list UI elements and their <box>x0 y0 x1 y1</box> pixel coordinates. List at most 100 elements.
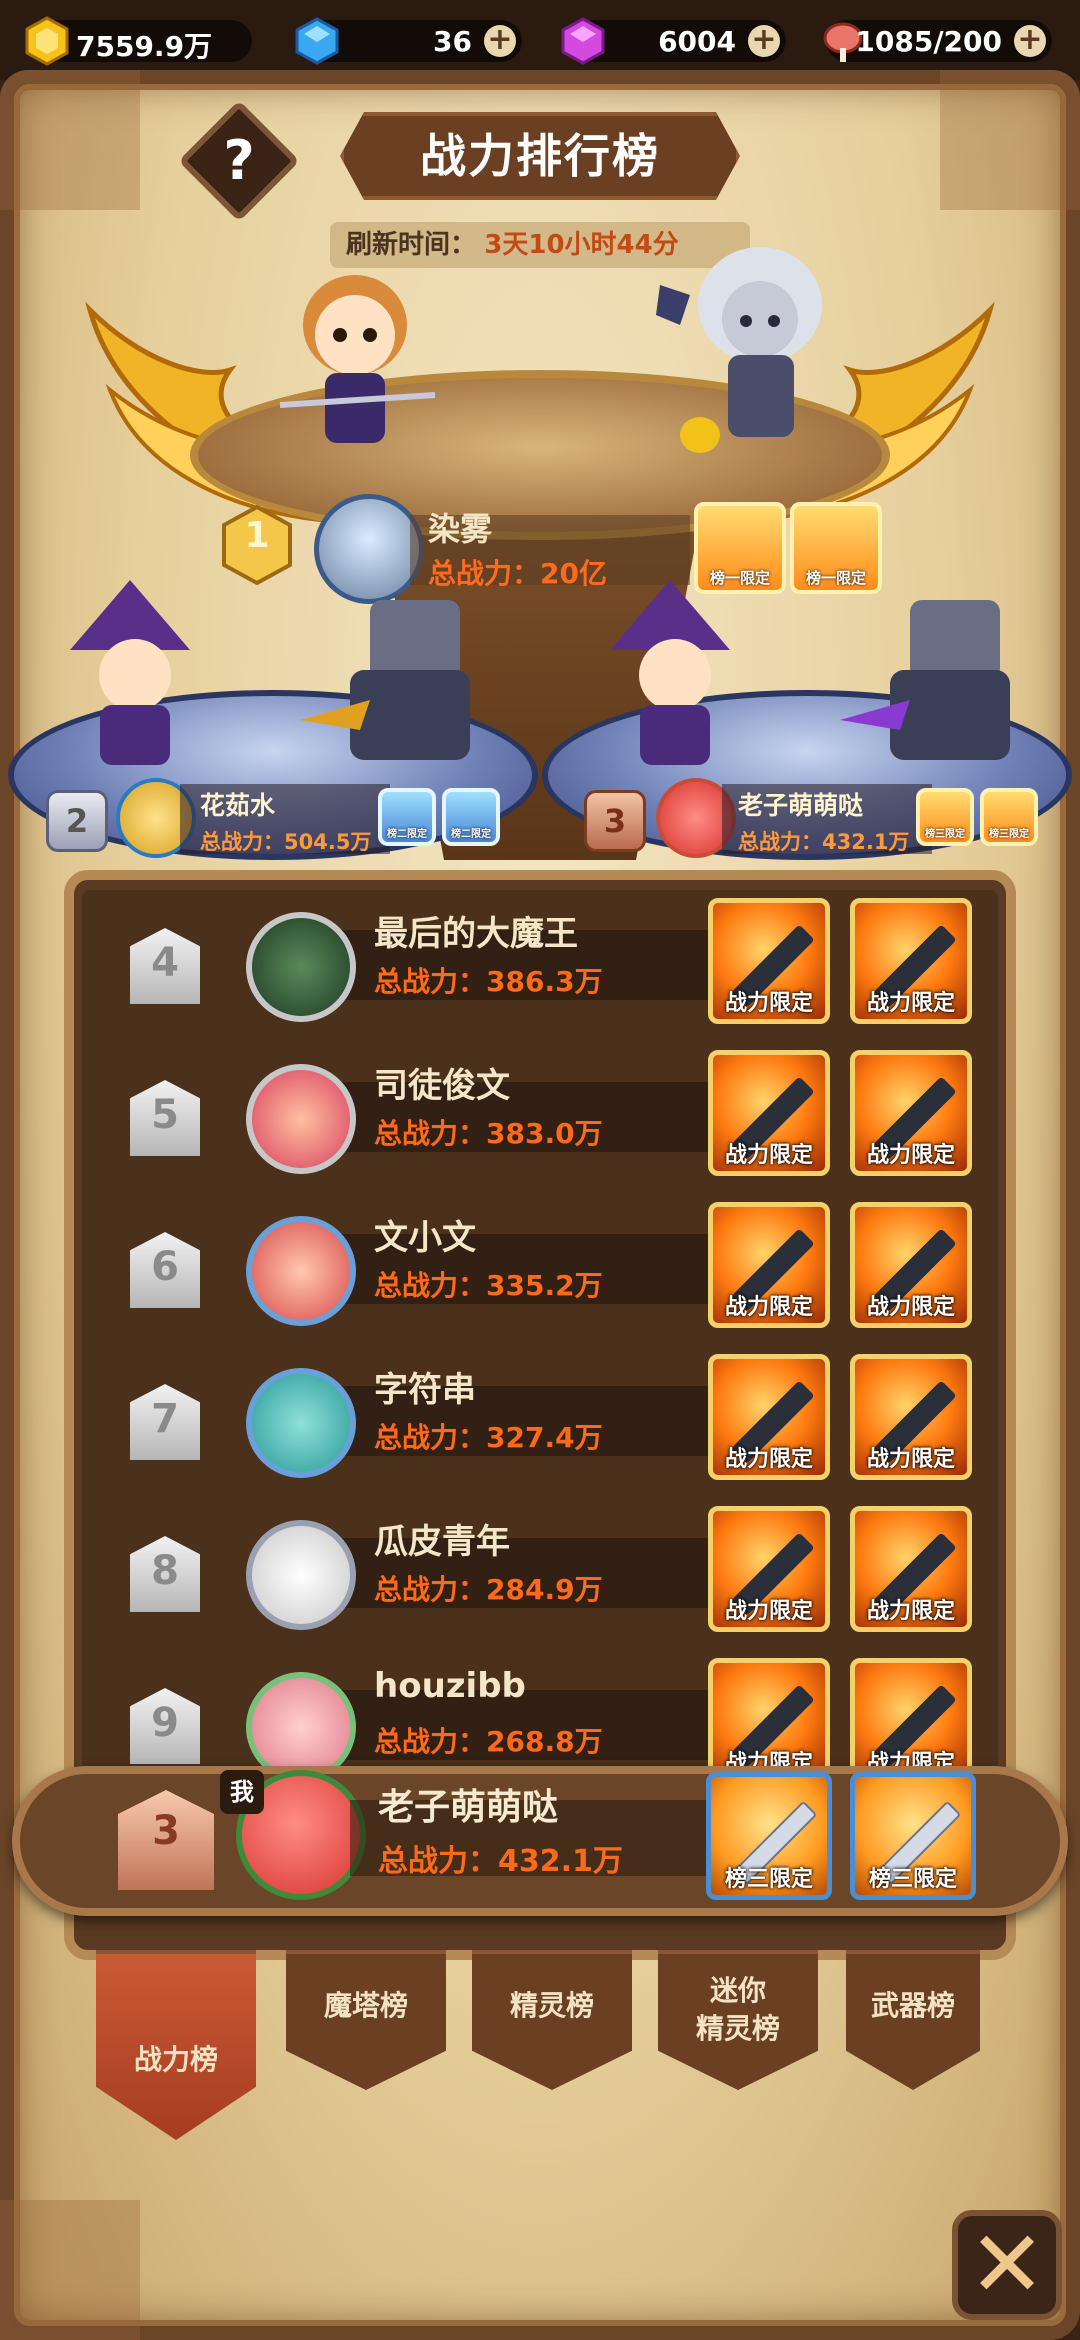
page-title: 战力排行榜 <box>420 129 660 183</box>
ranking-row[interactable]: 7 字符串 总战力：327.4万 战力限定 战力限定 <box>82 1346 998 1496</box>
weapon-badge[interactable]: 战力限定 <box>708 1506 830 1632</box>
weapon-badge[interactable]: 战力限定 <box>708 1354 830 1480</box>
add-gems-button[interactable]: + <box>484 25 516 57</box>
player-avatar[interactable] <box>246 1064 356 1174</box>
gold-counter[interactable]: 7559.9万 <box>25 16 252 66</box>
player-avatar[interactable] <box>246 1368 356 1478</box>
stamina-value: 1085/200 <box>855 25 1002 58</box>
weapon-label: 战力限定 <box>724 1143 813 1168</box>
add-stamina-button[interactable]: + <box>1014 25 1046 57</box>
player-power: 总战力：284.9万 <box>374 1573 603 1606</box>
weapon-label: 战力限定 <box>724 1599 813 1624</box>
frame-corner-ornament <box>940 70 1080 210</box>
player-name: 最后的大魔王 <box>374 914 578 954</box>
rank3-weapon-label: 榜三限定 <box>925 829 965 840</box>
rank3-weapon-badge[interactable]: 榜三限定 <box>980 788 1038 846</box>
tab-label: 精灵榜 <box>509 1989 594 2022</box>
ranking-row[interactable]: 6 文小文 总战力：335.2万 战力限定 战力限定 <box>82 1194 998 1344</box>
player-name: 司徒俊文 <box>374 1066 510 1106</box>
weapon-badge[interactable]: 战力限定 <box>708 1658 830 1770</box>
weapon-label: 战力限定 <box>866 991 955 1016</box>
rank-number: 6 <box>151 1244 179 1290</box>
rank-1-number: 1 <box>244 515 270 556</box>
ranking-row[interactable]: 8 瓜皮青年 总战力：284.9万 战力限定 战力限定 <box>82 1498 998 1648</box>
frame-corner-ornament <box>0 2200 140 2340</box>
gold-coin-icon <box>25 16 69 66</box>
my-weapon-badge[interactable]: 榜三限定 <box>706 1772 832 1900</box>
weapon-label: 战力限定 <box>866 1447 955 1472</box>
weapon-badge[interactable]: 战力限定 <box>850 1658 972 1770</box>
weapon-label: 战力限定 <box>724 1447 813 1472</box>
hero-witch-sprite <box>70 580 190 765</box>
player-avatar[interactable] <box>246 912 356 1022</box>
crystal-value: 6004 <box>658 25 736 58</box>
weapon-badge[interactable]: 战力限定 <box>850 1354 972 1480</box>
third-place-name: 老子萌萌哒 <box>738 791 864 820</box>
blue-gem-icon <box>295 17 339 65</box>
weapon-label: 战力限定 <box>724 1295 813 1320</box>
my-weapon-label: 榜三限定 <box>724 1867 813 1892</box>
player-power: 总战力：335.2万 <box>374 1269 603 1302</box>
hero-silver-knight-sprite <box>656 247 822 453</box>
crystal-counter[interactable]: 6004 + <box>561 17 786 65</box>
rank-number: 7 <box>151 1396 179 1442</box>
my-name: 老子萌萌哒 <box>378 1787 559 1828</box>
tab-label: 魔塔榜 <box>323 1989 408 2022</box>
player-avatar[interactable] <box>246 1520 356 1630</box>
weapon-label: 战力限定 <box>866 1599 955 1624</box>
ranking-row[interactable]: 5 司徒俊文 总战力：383.0万 战力限定 战力限定 <box>82 1042 998 1192</box>
rank1-weapon-badge[interactable]: 榜一限定 <box>790 502 882 594</box>
first-place-name: 染雾 <box>428 510 493 548</box>
tab-label: 战力榜 <box>133 2043 218 2076</box>
weapon-badge[interactable]: 战力限定 <box>850 1506 972 1632</box>
stamina-counter[interactable]: 1085/200 + <box>823 20 1052 62</box>
purple-crystal-icon <box>561 17 605 65</box>
hero-witch-sprite <box>610 580 730 765</box>
my-weapon-badge[interactable]: 榜三限定 <box>850 1772 976 1900</box>
player-avatar[interactable] <box>246 1672 356 1770</box>
my-weapon-label: 榜三限定 <box>868 1867 957 1892</box>
gem-counter[interactable]: 36 + <box>295 17 522 65</box>
rank3-weapon-badge[interactable]: 榜三限定 <box>916 788 974 846</box>
me-tag: 我 <box>220 1770 264 1814</box>
gold-value: 7559.9万 <box>76 30 213 63</box>
weapon-label: 战力限定 <box>866 1143 955 1168</box>
my-rank-number: 3 <box>152 1808 180 1854</box>
weapon-badge[interactable]: 战力限定 <box>708 898 830 1024</box>
weapon-badge[interactable]: 战力限定 <box>850 1202 972 1328</box>
rank2-weapon-label: 榜二限定 <box>451 829 491 840</box>
rank-number: 4 <box>151 940 179 986</box>
add-crystals-button[interactable]: + <box>748 25 780 57</box>
weapon-badge[interactable]: 战力限定 <box>850 1050 972 1176</box>
close-icon[interactable]: ✕ <box>952 2210 1062 2320</box>
ranking-row[interactable]: 4 最后的大魔王 总战力：386.3万 战力限定 战力限定 <box>82 890 998 1040</box>
player-power: 总战力：327.4万 <box>374 1421 603 1454</box>
hero-catgirl-sprite <box>279 275 436 443</box>
weapon-badge[interactable]: 战力限定 <box>850 898 972 1024</box>
weapon-badge[interactable]: 战力限定 <box>708 1202 830 1328</box>
weapon-label: 战力限定 <box>866 1295 955 1320</box>
second-place-power: 总战力：504.5万 <box>200 830 372 854</box>
rank-number: 5 <box>151 1092 179 1138</box>
ranking-list[interactable]: 4 最后的大魔王 总战力：386.3万 战力限定 战力限定 5 司徒俊文 总战力… <box>82 890 998 1770</box>
first-place-avatar[interactable] <box>314 494 424 604</box>
frame-corner-ornament <box>0 70 140 210</box>
hero-armored-knight-sprite <box>840 600 1010 760</box>
third-place-power: 总战力：432.1万 <box>738 830 910 854</box>
rank-number: 8 <box>151 1548 179 1594</box>
second-place-name: 花茹水 <box>200 791 276 820</box>
rank1-weapon-label: 榜一限定 <box>805 569 866 587</box>
help-icon[interactable]: ? <box>196 118 282 204</box>
rank-2-badge: 2 <box>46 790 108 852</box>
rank3-weapon-label: 榜三限定 <box>989 829 1029 840</box>
player-avatar[interactable] <box>246 1216 356 1326</box>
player-power: 总战力：386.3万 <box>374 965 603 998</box>
player-name: 文小文 <box>374 1218 476 1258</box>
rank2-weapon-badge[interactable]: 榜二限定 <box>442 788 500 846</box>
weapon-badge[interactable]: 战力限定 <box>708 1050 830 1176</box>
rank2-weapon-badge[interactable]: 榜二限定 <box>378 788 436 846</box>
hero-armored-knight-sprite <box>300 600 470 760</box>
player-name: 瓜皮青年 <box>374 1522 510 1562</box>
rank-3-badge: 3 <box>584 790 646 852</box>
ranking-row[interactable]: 9 houzibb 总战力：268.8万 战力限定 战力限定 <box>82 1650 998 1770</box>
